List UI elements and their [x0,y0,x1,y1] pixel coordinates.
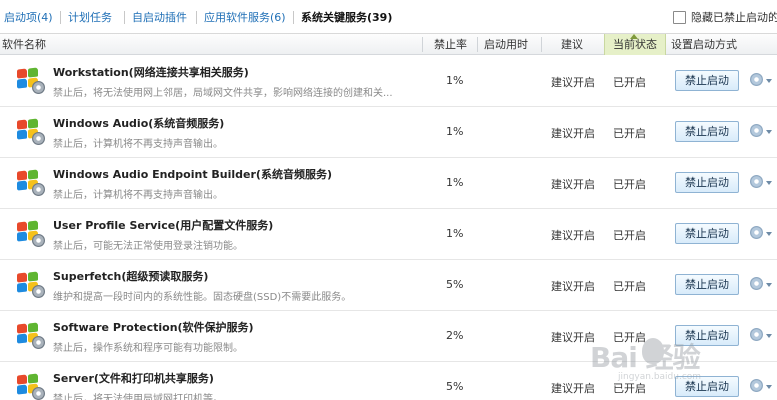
list-item[interactable]: Superfetch(超级预读取服务) 维护和提高一段时间内的系统性能。固态硬盘… [0,260,777,311]
service-description: 禁止后，可能无法正常使用登录注销功能。 [53,241,243,252]
baidu-watermark: Bai 经验 jingyan.baidu.com [590,328,770,388]
column-startup-setting[interactable]: 设置启动方式 [671,34,737,55]
current-state: 已开启 [613,76,646,89]
column-suggestion[interactable]: 建议 [561,34,583,55]
list-item[interactable]: Windows Audio Endpoint Builder(系统音频服务) 禁… [0,158,777,209]
tab-divider [60,11,61,24]
service-name: Software Protection(软件保护服务) [53,321,254,334]
service-description: 禁止后，将无法使用局域网打印机等。 [53,394,223,400]
column-divider [422,37,423,52]
windows-logo-gear-icon [16,118,46,146]
service-name: Windows Audio(系统音频服务) [53,117,225,130]
list-item[interactable]: Windows Audio(系统音频服务) 禁止后，计算机将不再支持声音输出。 … [0,107,777,158]
column-boot-time[interactable]: 启动用时 [484,34,528,55]
disable-startup-button[interactable]: 禁止启动 [675,274,739,295]
disable-startup-button[interactable]: 禁止启动 [675,172,739,193]
disable-startup-button[interactable]: 禁止启动 [675,121,739,142]
suggestion: 建议开启 [551,76,595,89]
disable-rate: 1% [446,176,464,189]
windows-logo-gear-icon [16,322,46,350]
service-name: Workstation(网络连接共享相关服务) [53,66,249,79]
current-state: 已开启 [613,280,646,293]
service-name: Superfetch(超级预读取服务) [53,270,209,283]
disable-rate: 5% [446,278,464,291]
windows-logo-gear-icon [16,169,46,197]
service-description: 禁止后，计算机将不再支持声音输出。 [53,139,223,150]
current-state: 已开启 [613,229,646,242]
current-state: 已开启 [613,127,646,140]
hide-disabled-checkbox[interactable] [673,11,686,24]
tab-bar: 启动项(4) 计划任务 自启动插件 应用软件服务(6) 系统关键服务(39) 隐… [0,0,777,34]
column-divider [477,37,478,52]
tab-system-services[interactable]: 系统关键服务(39) [301,10,392,26]
disable-rate: 1% [446,74,464,87]
disable-startup-button[interactable]: 禁止启动 [675,223,739,244]
windows-logo-gear-icon [16,373,46,400]
watermark-url: jingyan.baidu.com [618,372,702,382]
current-state: 已开启 [613,178,646,191]
service-name: Server(文件和打印机共享服务) [53,372,214,385]
windows-logo-gear-icon [16,220,46,248]
tab-divider [196,11,197,24]
tab-scheduled-tasks[interactable]: 计划任务 [68,10,112,26]
tab-divider [124,11,125,24]
service-description: 禁止后，操作系统和程序可能有功能限制。 [53,343,243,354]
gear-dropdown-icon[interactable] [750,71,772,89]
suggestion: 建议开启 [551,229,595,242]
suggestion: 建议开启 [551,331,595,344]
column-header: 软件名称 禁止率 启动用时 建议 当前状态 设置启动方式 [0,34,777,55]
windows-logo-gear-icon [16,67,46,95]
gear-dropdown-icon[interactable] [750,275,772,293]
list-item[interactable]: User Profile Service(用户配置文件服务) 禁止后，可能无法正… [0,209,777,260]
paw-icon [642,338,664,364]
suggestion: 建议开启 [551,382,595,395]
column-name[interactable]: 软件名称 [2,34,46,55]
suggestion: 建议开启 [551,178,595,191]
service-name: User Profile Service(用户配置文件服务) [53,219,274,232]
disable-rate: 1% [446,125,464,138]
gear-dropdown-icon[interactable] [750,224,772,242]
column-disable-rate[interactable]: 禁止率 [434,34,467,55]
suggestion: 建议开启 [551,127,595,140]
service-description: 禁止后，计算机将不再支持声音输出。 [53,190,223,201]
gear-dropdown-icon[interactable] [750,122,772,140]
column-divider [541,37,542,52]
tab-app-services[interactable]: 应用软件服务(6) [204,10,286,26]
sort-up-icon [630,34,638,39]
suggestion: 建议开启 [551,280,595,293]
disable-rate: 1% [446,227,464,240]
disable-startup-button[interactable]: 禁止启动 [675,70,739,91]
tab-startup-plugins[interactable]: 自启动插件 [132,10,187,26]
disable-rate: 5% [446,380,464,393]
tab-startup-items[interactable]: 启动项(4) [4,10,53,26]
list-item[interactable]: Workstation(网络连接共享相关服务) 禁止后，将无法使用网上邻居，局域… [0,56,777,107]
gear-dropdown-icon[interactable] [750,173,772,191]
windows-logo-gear-icon [16,271,46,299]
tab-divider [293,11,294,24]
service-name: Windows Audio Endpoint Builder(系统音频服务) [53,168,332,181]
service-description: 维护和提高一段时间内的系统性能。固态硬盘(SSD)不需要此服务。 [53,292,352,303]
hide-disabled-label: 隐藏已禁止启动的 [691,11,777,24]
service-description: 禁止后，将无法使用网上邻居，局域网文件共享，影响网络连接的创建和关... [53,88,393,99]
disable-rate: 2% [446,329,464,342]
